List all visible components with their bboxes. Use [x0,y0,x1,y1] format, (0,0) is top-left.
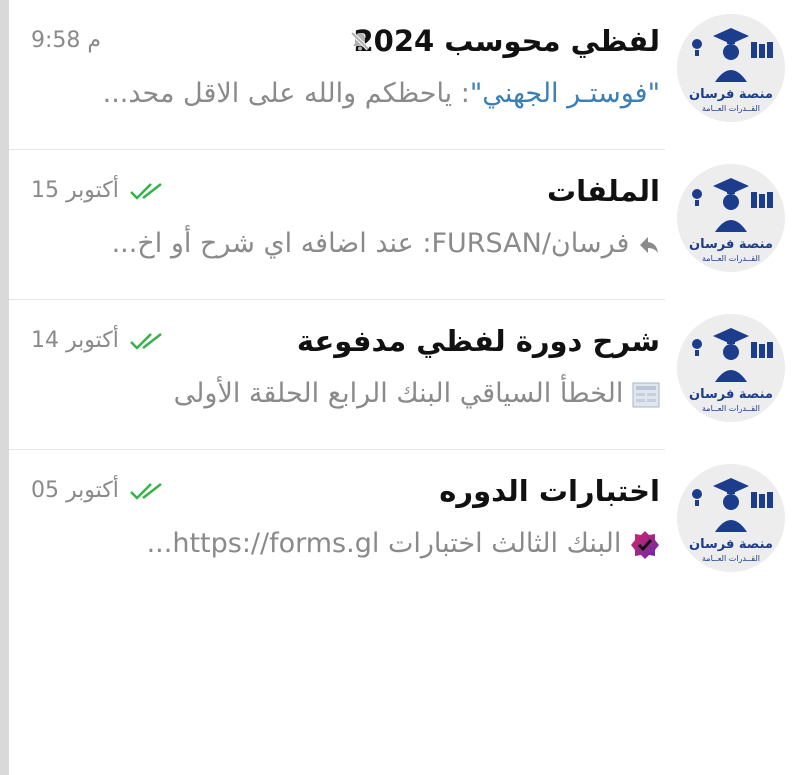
forward-icon [640,236,658,253]
double-check-icon [129,333,162,350]
chat-title: اختبارات الدوره [439,474,660,508]
fursan-logo-icon: منصة فرسان القــدرات العــامة [677,464,785,572]
fursan-logo-icon: منصة فرسان القــدرات العــامة [677,14,785,122]
chat-preview: البنك الثالث اختبارات https://forms.gl..… [40,524,660,564]
svg-text:منصة فرسان: منصة فرسان [689,387,773,402]
verified-badge-icon [631,530,659,559]
chat-sender: "فوستـر الجهني" [469,78,660,109]
chat-preview: "فوستـر الجهني": ياحظكم والله على الاقل … [40,74,660,114]
svg-text:القــدرات العــامة: القــدرات العــامة [702,104,760,113]
chat-meta: 9:58 م [31,25,101,57]
svg-text:منصة فرسان: منصة فرسان [689,537,773,552]
chat-time: 05 أكتوبر [31,478,119,503]
avatar: منصة فرسان القــدرات العــامة [677,164,785,272]
avatar: منصة فرسان القــدرات العــامة [677,14,785,122]
chat-preview: الخطأ السياقي البنك الرابع الحلقة الأولى [40,374,660,414]
svg-text:القــدرات العــامة: القــدرات العــامة [702,554,760,563]
double-check-icon [129,183,162,200]
chat-meta: 05 أكتوبر [31,475,169,507]
chat-item-paid-course[interactable]: منصة فرسان القــدرات العــامة شرح دورة ل… [9,300,800,450]
chat-title: شرح دورة لفظي مدفوعة [296,324,660,358]
svg-text:القــدرات العــامة: القــدرات العــامة [702,254,760,263]
avatar: منصة فرسان القــدرات العــامة [677,464,785,572]
chat-title: الملفات [546,174,660,208]
chat-meta: 14 أكتوبر [31,325,169,357]
chat-preview-text: الخطأ السياقي البنك الرابع الحلقة الأولى [173,378,624,409]
chat-title: لفظي محوسب 2024 [353,24,660,58]
chat-preview-text: : ياحظكم والله على الاقل محد... [102,78,470,109]
double-check-icon [129,483,162,500]
chat-time: 14 أكتوبر [31,328,119,353]
chat-meta: 15 أكتوبر [31,175,169,207]
chat-preview: فرسان/FURSAN: عند اضافه اي شرح أو اخ... [40,224,660,264]
chat-preview-text: البنك الثالث اختبارات https://forms.gl..… [146,528,622,559]
left-scroll-edge [0,0,9,775]
video-thumbnail-icon [632,382,660,407]
chat-time: 9:58 م [31,28,102,53]
svg-text:منصة فرسان: منصة فرسان [689,87,773,102]
mute-icon [350,31,370,51]
chat-item-lafzi-mahosab[interactable]: منصة فرسان القــدرات العــامة لفظي محوسب… [9,0,800,150]
chat-item-files[interactable]: منصة فرسان القــدرات العــامة الملفات 15… [9,150,800,300]
fursan-logo-icon: منصة فرسان القــدرات العــامة [677,164,785,272]
fursan-logo-icon: منصة فرسان القــدرات العــامة [677,314,785,422]
svg-text:القــدرات العــامة: القــدرات العــامة [702,404,760,413]
chat-list: منصة فرسان القــدرات العــامة لفظي محوسب… [9,0,800,600]
chat-preview-text: فرسان/FURSAN: عند اضافه اي شرح أو اخ... [111,228,630,259]
chat-time: 15 أكتوبر [31,178,119,203]
svg-text:منصة فرسان: منصة فرسان [689,237,773,252]
avatar: منصة فرسان القــدرات العــامة [677,314,785,422]
chat-item-course-tests[interactable]: منصة فرسان القــدرات العــامة اختبارات ا… [9,450,800,600]
